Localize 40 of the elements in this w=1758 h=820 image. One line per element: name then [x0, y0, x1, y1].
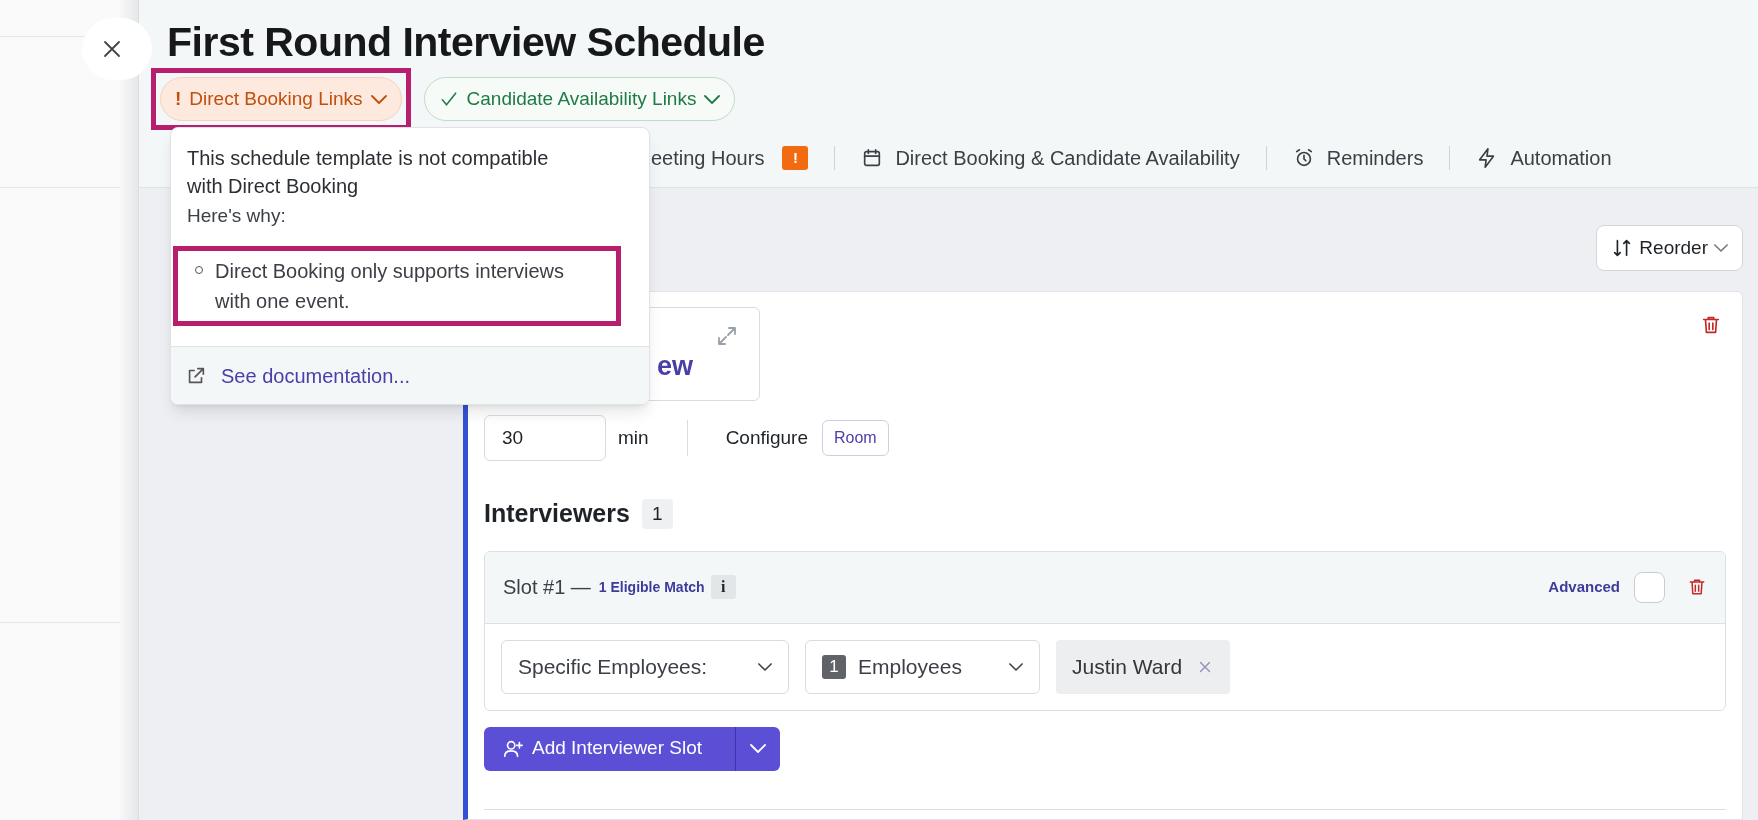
advanced-label: Advanced: [1548, 576, 1620, 597]
caret-icon: [704, 94, 721, 104]
expand-icon: [715, 324, 739, 348]
reason-text: Direct Booking only supports interviews with one event.: [215, 259, 566, 314]
page-title: First Round Interview Schedule: [167, 18, 766, 67]
caret-icon: [370, 94, 387, 104]
slot-title: Slot #1 —: [503, 575, 591, 600]
type-dropdown[interactable]: Specific Employees:: [501, 639, 789, 694]
warning-mark: !: [175, 86, 182, 111]
delete-button[interactable]: [1700, 314, 1722, 336]
popover-lead: Here's why:: [187, 204, 287, 228]
tab[interactable]: Reminders: [1292, 138, 1424, 178]
caret-icon: [750, 744, 766, 753]
close-button[interactable]: [82, 18, 152, 80]
popover-message: This schedule template is not compatible with Direct Booking: [187, 146, 550, 199]
trash-icon: [1687, 577, 1707, 597]
info-badge[interactable]: i: [710, 575, 736, 599]
advanced-checkbox[interactable]: [1634, 571, 1665, 603]
status-badge[interactable]: Candidate Availability Links: [423, 77, 736, 121]
count-badge: 1: [641, 498, 673, 529]
configure-label: Configure: [725, 425, 808, 450]
status-badge[interactable]: ! Direct Booking Links: [160, 77, 402, 121]
delete-button[interactable]: [1687, 577, 1707, 597]
caret-icon: [1714, 244, 1728, 252]
alert-badge: !: [782, 146, 809, 170]
eligible-match-link[interactable]: 1 Eligible Match: [598, 576, 705, 598]
section-heading: Interviewers: [484, 498, 630, 529]
duration-field[interactable]: 30: [484, 415, 606, 461]
caret-icon: [1009, 662, 1023, 671]
reorder-button[interactable]: Reorder: [1596, 225, 1743, 271]
unit-label: min: [618, 425, 649, 450]
tab[interactable]: eeting Hours: [651, 138, 765, 178]
tab[interactable]: Automation: [1476, 138, 1612, 178]
employees-dropdown[interactable]: 1 Employees: [805, 639, 1040, 694]
tab[interactable]: Direct Booking & Candidate Availability: [861, 138, 1240, 178]
caret-icon: [758, 662, 772, 671]
person-name: Justin Ward: [1072, 653, 1183, 680]
room-chip[interactable]: Room: [822, 420, 889, 456]
count-badge: 1: [822, 654, 846, 679]
trash-icon: [1700, 314, 1722, 336]
